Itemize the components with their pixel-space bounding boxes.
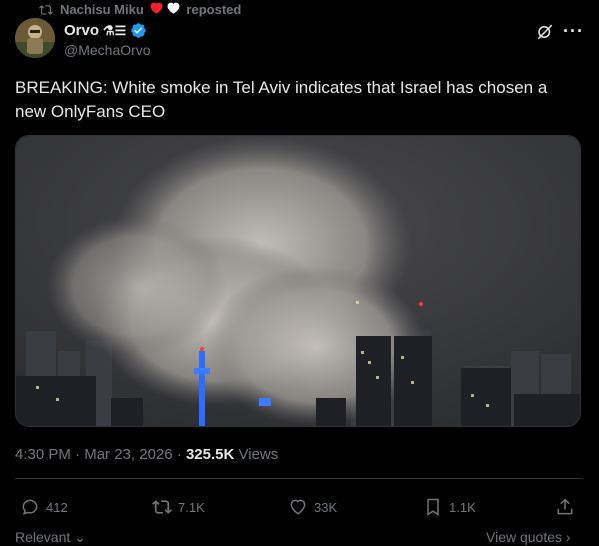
red-heart-icon bbox=[150, 2, 163, 14]
divider bbox=[15, 478, 583, 479]
repost-action-icon bbox=[152, 500, 172, 514]
verified-badge-icon bbox=[131, 23, 147, 38]
avatar[interactable] bbox=[15, 18, 55, 58]
more-options-icon[interactable]: ··· bbox=[563, 21, 584, 42]
bookmark-count: 1.1K bbox=[449, 499, 476, 515]
tweet-image[interactable] bbox=[15, 135, 581, 427]
tweet-text: BREAKING: White smoke in Tel Aviv indica… bbox=[15, 78, 548, 121]
sort-relevant-dropdown[interactable]: Relevant ⌄ bbox=[15, 529, 86, 546]
heart-emojis bbox=[150, 2, 181, 17]
views-count: 325.5K bbox=[185, 446, 235, 463]
repost-label: reposted bbox=[186, 2, 242, 17]
grok-icon[interactable] bbox=[536, 23, 554, 41]
author-handle[interactable]: @MechaOrvo bbox=[64, 42, 151, 58]
repost-button[interactable]: 7.1K bbox=[152, 497, 205, 517]
tweet-date[interactable]: Mar 23, 2026 bbox=[84, 446, 172, 463]
author-name-suffix: ⚗☰ bbox=[103, 22, 127, 38]
like-count: 33K bbox=[314, 499, 338, 515]
tweet-time[interactable]: 4:30 PM bbox=[15, 446, 71, 463]
share-button[interactable] bbox=[555, 497, 575, 517]
share-icon bbox=[557, 498, 573, 515]
author-name[interactable]: Orvo bbox=[64, 22, 99, 39]
white-heart-icon bbox=[167, 2, 180, 14]
repost-user[interactable]: Nachisu Miku bbox=[60, 2, 144, 17]
reply-icon bbox=[22, 499, 38, 515]
heart-icon bbox=[290, 499, 306, 515]
bookmark-button[interactable]: 1.1K bbox=[423, 497, 476, 517]
bookmark-icon bbox=[427, 498, 439, 516]
author-name-row[interactable]: Orvo ⚗☰ bbox=[64, 22, 147, 39]
reply-button[interactable]: 412 bbox=[20, 497, 68, 517]
tweet-meta: 4:30 PM · Mar 23, 2026 · 325.5K Views bbox=[15, 446, 279, 463]
repost-count: 7.1K bbox=[178, 499, 205, 515]
reply-count: 412 bbox=[46, 499, 68, 515]
like-button[interactable]: 33K bbox=[288, 497, 337, 517]
repost-header: Nachisu Miku reposted bbox=[38, 2, 241, 17]
repost-icon bbox=[39, 4, 53, 15]
views-label: Views bbox=[238, 446, 279, 463]
